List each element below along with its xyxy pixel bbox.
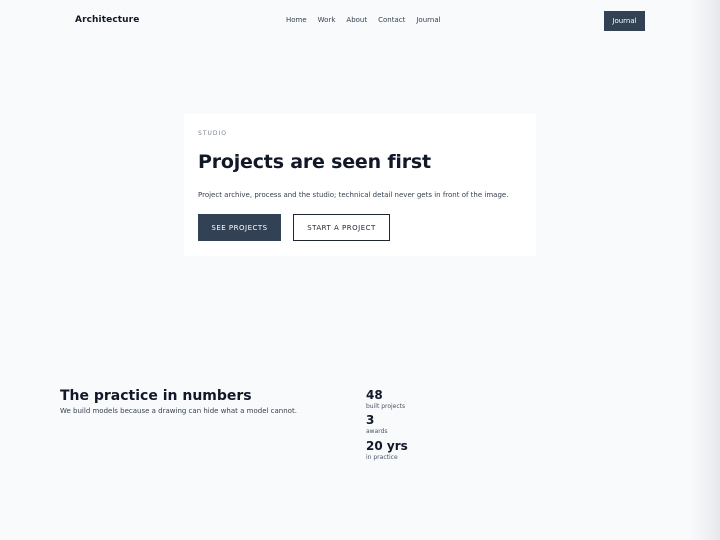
brand-logo[interactable]: Architecture <box>75 15 139 25</box>
hero-description: Project archive, process and the studio;… <box>198 191 509 199</box>
stat-label: built projects <box>366 403 406 410</box>
nav-link-contact[interactable]: Contact <box>378 16 405 24</box>
stat-item: 48 built projects <box>366 388 405 411</box>
nav-links: Home Work About Contact Journal <box>286 16 441 24</box>
see-projects-button[interactable]: SEE PROJECTS <box>198 214 281 241</box>
stat-item: 20 yrs in practice <box>366 439 408 462</box>
hero-eyebrow: STUDIO <box>198 130 227 137</box>
hero-title: Projects are seen first <box>198 151 431 173</box>
stat-label: awards <box>366 428 388 435</box>
stat-item: 3 awards <box>366 413 388 436</box>
stats-title: The practice in numbers <box>60 388 252 404</box>
nav-link-about[interactable]: About <box>346 16 367 24</box>
nav-link-home[interactable]: Home <box>286 16 307 24</box>
hero-card: STUDIO Projects are seen first Project a… <box>184 114 536 256</box>
nav-link-work[interactable]: Work <box>318 16 336 24</box>
nav-link-journal[interactable]: Journal <box>416 16 440 24</box>
stat-value: 20 yrs <box>366 439 408 453</box>
stat-value: 3 <box>366 413 375 427</box>
journal-button[interactable]: Journal <box>604 11 645 31</box>
start-project-button[interactable]: START A PROJECT <box>293 214 390 241</box>
stat-label: in practice <box>366 454 398 461</box>
stat-value: 48 <box>366 388 383 402</box>
stats-subtitle: We build models because a drawing can hi… <box>60 407 297 415</box>
top-navigation: Architecture Home Work About Contact Jou… <box>0 0 720 42</box>
